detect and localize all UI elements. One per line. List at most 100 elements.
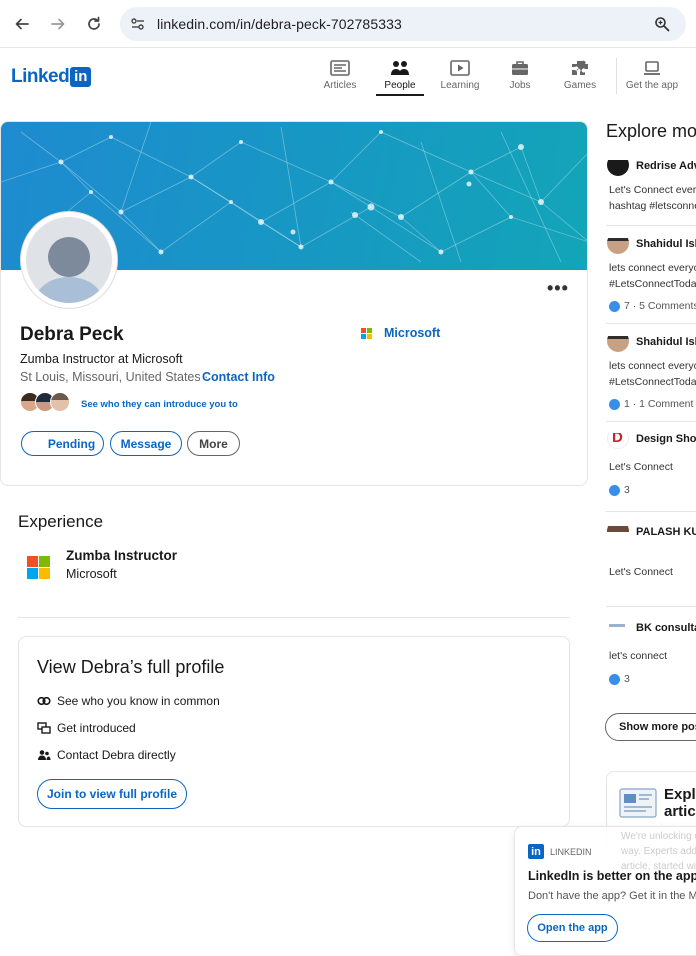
post-author: BK consultar bbox=[636, 622, 696, 634]
post-author: Design Show bbox=[636, 433, 696, 445]
nav-learning[interactable]: Learning bbox=[430, 60, 490, 91]
post-divider bbox=[606, 323, 696, 324]
benefit-row: Contact Debra directly bbox=[37, 748, 176, 762]
forward-arrow-icon[interactable] bbox=[46, 12, 70, 36]
back-arrow-icon[interactable] bbox=[10, 12, 34, 36]
reaction-count: 3 bbox=[624, 484, 630, 496]
show-more-posts-button[interactable]: Show more post bbox=[605, 713, 696, 741]
benefit-text: See who you know in common bbox=[57, 694, 220, 708]
nav-label: Games bbox=[563, 80, 597, 91]
nav-label: People bbox=[384, 80, 416, 91]
linkedin-logo[interactable]: Linked in bbox=[11, 66, 92, 88]
explore-heading: Explore mo bbox=[606, 121, 696, 141]
contacts-icon bbox=[38, 750, 51, 760]
nav-jobs[interactable]: Jobs bbox=[490, 60, 550, 91]
background-ghost-text: We're unlocking c way. Experts add artic… bbox=[621, 829, 696, 874]
logo-word: Linked bbox=[11, 66, 70, 87]
popup-brand: in LINKEDIN bbox=[528, 844, 592, 859]
nav-articles[interactable]: Articles bbox=[310, 60, 370, 91]
games-icon bbox=[572, 60, 588, 75]
reaction-count: 3 bbox=[624, 673, 630, 685]
like-icon bbox=[609, 300, 620, 312]
post-text: Let's Connect bbox=[609, 566, 673, 578]
section-divider bbox=[18, 617, 570, 618]
microsoft-logo-icon[interactable] bbox=[27, 556, 50, 579]
current-company-link[interactable]: Microsoft bbox=[361, 326, 440, 340]
reaction-count: 7 · 5 Comments bbox=[624, 300, 696, 312]
more-label: More bbox=[199, 436, 228, 451]
ghost-line: way. Experts add bbox=[621, 846, 696, 857]
benefit-row: Get introduced bbox=[37, 721, 136, 735]
ghost-line: We're unlocking c bbox=[621, 831, 696, 842]
nav-get-app[interactable]: Get the app bbox=[622, 60, 682, 91]
jobs-icon bbox=[512, 61, 528, 75]
post-text: #LetsConnectToday bbox=[609, 278, 696, 290]
message-button[interactable]: Message bbox=[110, 431, 182, 456]
post-text: Let's Connect every bbox=[609, 184, 696, 196]
experience-company[interactable]: Microsoft bbox=[66, 567, 117, 581]
more-button[interactable]: More bbox=[187, 431, 240, 456]
feed-post[interactable]: PALASH KUM Let's Connect bbox=[606, 526, 696, 586]
nav-people[interactable]: People bbox=[370, 60, 430, 91]
pending-button[interactable]: Pending bbox=[21, 431, 104, 456]
popup-title: LinkedIn is better on the app bbox=[528, 869, 696, 883]
author-avatar: D bbox=[607, 433, 629, 449]
like-icon bbox=[609, 673, 620, 685]
feed-post[interactable]: Redrise Advi Let's Connect every hashtag… bbox=[606, 160, 696, 220]
profile-avatar[interactable] bbox=[21, 212, 117, 308]
reload-icon[interactable] bbox=[82, 12, 106, 36]
feed-post[interactable]: BK consultar let's connect 3 bbox=[606, 622, 696, 692]
experience-heading: Experience bbox=[18, 512, 104, 531]
microsoft-logo-icon bbox=[361, 327, 372, 339]
benefit-text: Contact Debra directly bbox=[57, 748, 176, 762]
more-actions-icon[interactable]: ••• bbox=[547, 278, 569, 299]
post-author: PALASH KUM bbox=[636, 526, 696, 538]
people-icon bbox=[391, 61, 409, 75]
link-rings-icon bbox=[37, 696, 51, 706]
open-app-button[interactable]: Open the app bbox=[527, 914, 618, 942]
introduce-icon bbox=[37, 722, 51, 734]
logo-in-box: in bbox=[70, 67, 92, 87]
nav-games[interactable]: Games bbox=[550, 60, 610, 91]
introduce-link[interactable]: See who they can introduce you to bbox=[81, 399, 238, 410]
join-to-view-button[interactable]: Join to view full profile bbox=[37, 779, 187, 809]
post-text: lets connect everyo bbox=[609, 262, 696, 274]
post-text: hashtag #letsconne bbox=[609, 200, 696, 212]
learning-icon bbox=[450, 60, 470, 76]
nav-label: Learning bbox=[440, 80, 480, 91]
linkedin-header: Linked in Articles People Learning Jobs G… bbox=[0, 48, 696, 100]
address-bar[interactable]: linkedin.com/in/debra-peck-702785333 bbox=[120, 7, 686, 41]
post-text: Let's Connect bbox=[609, 461, 673, 473]
profile-location: St Louis, Missouri, United States · bbox=[20, 370, 208, 384]
location-text: St Louis, Missouri, United States bbox=[20, 370, 201, 384]
brand-text: LINKEDIN bbox=[550, 846, 592, 857]
linkedin-in-icon: in bbox=[528, 844, 544, 859]
zoom-icon[interactable] bbox=[654, 16, 670, 37]
url-text[interactable]: linkedin.com/in/debra-peck-702785333 bbox=[157, 16, 402, 32]
site-settings-icon[interactable] bbox=[130, 16, 146, 37]
post-reactions: 1 · 1 Comment bbox=[609, 398, 693, 410]
like-icon bbox=[609, 484, 620, 496]
post-reactions: 3 bbox=[609, 484, 630, 496]
experience-role[interactable]: Zumba Instructor bbox=[66, 548, 177, 563]
profile-card: ••• Debra Peck Zumba Instructor at Micro… bbox=[0, 121, 588, 486]
feed-post[interactable]: Shahidul Isla lets connect everyo #LetsC… bbox=[606, 238, 696, 318]
contact-info-link[interactable]: Contact Info bbox=[202, 370, 275, 384]
benefit-row: See who you know in common bbox=[37, 694, 220, 708]
mutual-connections-avatars[interactable] bbox=[20, 392, 70, 412]
mutual-avatar bbox=[50, 392, 70, 412]
active-nav-underline bbox=[376, 94, 424, 96]
reaction-count: 1 · 1 Comment bbox=[624, 398, 694, 410]
app-promo-popup: We're unlocking c way. Experts add artic… bbox=[514, 826, 696, 956]
title-line: Explo bbox=[664, 786, 696, 803]
nav-label: Jobs bbox=[509, 80, 531, 91]
clock-icon bbox=[30, 438, 42, 450]
feed-post[interactable]: D Design Show Let's Connect 3 bbox=[606, 433, 696, 503]
article-illustration-icon bbox=[619, 788, 657, 818]
nav-label: Get the app bbox=[625, 80, 679, 91]
default-person-icon bbox=[26, 217, 112, 303]
laptop-icon bbox=[644, 61, 660, 75]
post-author: Shahidul Isla bbox=[636, 336, 696, 348]
feed-post[interactable]: Shahidul Isla lets connect everyo #LetsC… bbox=[606, 336, 696, 416]
articles-icon bbox=[330, 60, 350, 76]
